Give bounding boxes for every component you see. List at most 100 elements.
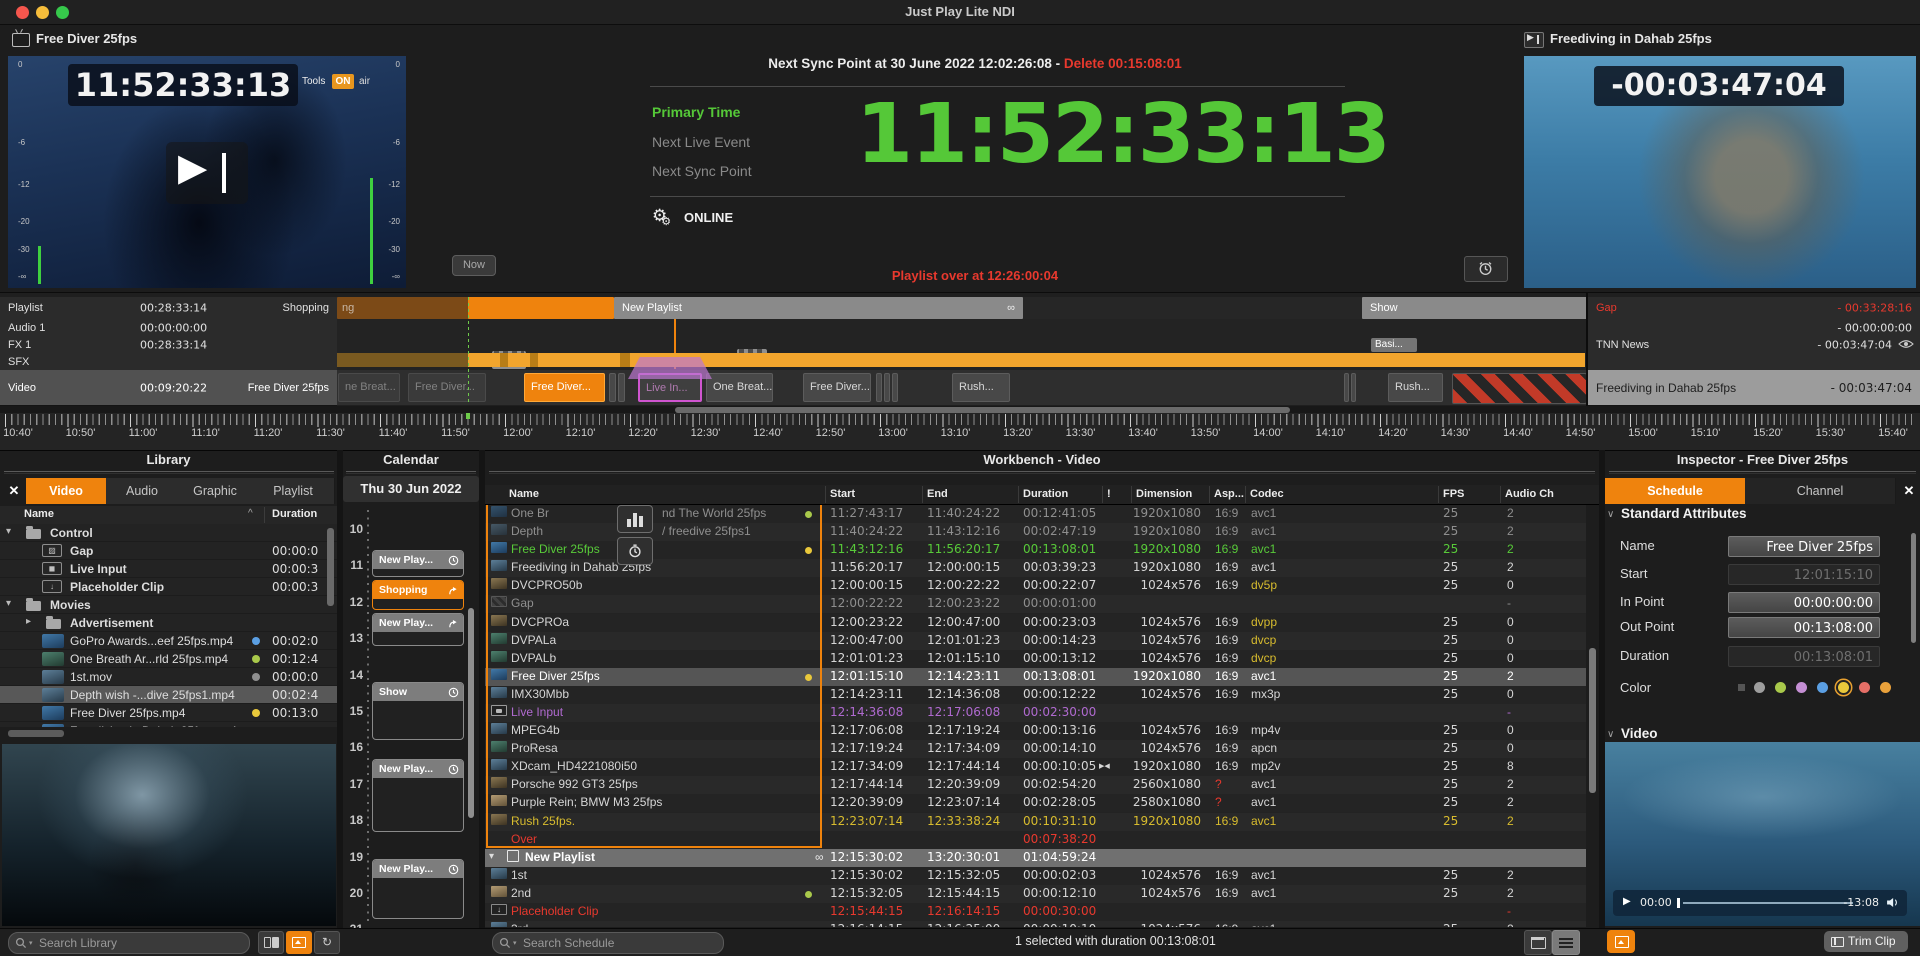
chevron-down-icon[interactable]: ∨ — [1607, 509, 1614, 520]
library-row[interactable]: ◼Live Input00:00:3 — [0, 560, 337, 578]
video-clip-sliver[interactable] — [876, 373, 882, 402]
workbench-row[interactable]: DVPALb12:01:01:2312:01:15:1000:00:13:121… — [485, 650, 1586, 668]
time-ruler[interactable]: 10:40'10:50'11:00'11:10'11:20'11:30'11:4… — [0, 413, 1920, 451]
calendar-event-new-play-[interactable]: New Play... — [372, 859, 464, 919]
workbench-col-[interactable]: ! — [1107, 488, 1111, 500]
library-row[interactable]: 1st.mov00:00:0 — [0, 668, 337, 686]
timer-button[interactable] — [1464, 256, 1508, 282]
detail-view-button[interactable] — [1524, 930, 1552, 955]
video-clip-missing-media[interactable] — [1452, 373, 1587, 404]
workbench-row[interactable]: 1st12:15:30:0212:15:32:0500:00:02:031024… — [485, 867, 1586, 885]
playlist-block-onair[interactable] — [468, 297, 614, 319]
video-clip[interactable]: One Breat... — [706, 373, 773, 402]
library-row[interactable]: ▸Advertisement — [0, 614, 337, 632]
workbench-row[interactable]: ▾New Playlist∞12:15:30:0213:20:30:0101:0… — [485, 849, 1586, 867]
calendar-event-show[interactable]: Show — [372, 682, 464, 740]
playlist-block-new-playlist[interactable]: New Playlist ∞ — [614, 297, 1023, 319]
workbench-row[interactable]: MPEG4b12:17:06:0812:17:19:2400:00:13:161… — [485, 722, 1586, 740]
workbench-col-dimension[interactable]: Dimension — [1136, 488, 1192, 500]
library-close-button[interactable]: ✕ — [4, 478, 24, 504]
workbench-col-duration[interactable]: Duration — [1023, 488, 1068, 500]
library-row[interactable]: ↓Placeholder Clip00:00:3 — [0, 578, 337, 596]
chevron-icon[interactable]: ▾ — [6, 526, 11, 537]
color-swatch[interactable] — [1775, 682, 1786, 693]
eye-icon[interactable] — [1898, 339, 1914, 349]
primary-time-tab[interactable]: Primary Time — [652, 104, 740, 120]
library-tab-playlist[interactable]: Playlist — [252, 478, 335, 504]
workbench-row[interactable]: Gap12:00:22:2212:00:23:2200:00:01:00- — [485, 595, 1586, 613]
workbench-row[interactable]: Porsche 992 GT3 25fps12:17:44:1412:20:39… — [485, 776, 1586, 794]
library-row[interactable]: GoPro Awards...eef 25fps.mp400:02:0 — [0, 632, 337, 650]
play-button[interactable]: ▶ — [1623, 896, 1631, 907]
video-clip[interactable]: ne Breat... — [338, 373, 400, 402]
inspector-tab-channel[interactable]: Channel — [1745, 478, 1896, 504]
color-swatch[interactable] — [1817, 682, 1828, 693]
fx-block-basic[interactable]: Basi... — [1371, 338, 1417, 352]
player-progress-track[interactable] — [1683, 902, 1853, 904]
color-swatch[interactable] — [1859, 682, 1870, 693]
next-sync-point-tab[interactable]: Next Sync Point — [652, 163, 752, 179]
workbench-row[interactable]: ProResa12:17:19:2412:17:34:0900:00:14:10… — [485, 740, 1586, 758]
library-row[interactable]: ▨Gap00:00:0 — [0, 542, 337, 560]
library-search-input[interactable]: ▾ Search Library — [8, 932, 250, 954]
video-clip[interactable]: Free Diver... — [803, 373, 871, 402]
trim-clip-button[interactable]: Trim Clip — [1824, 931, 1908, 952]
video-clip-sliver[interactable] — [618, 373, 625, 402]
workbench-row[interactable]: Live Input12:14:36:0812:17:06:0800:02:30… — [485, 704, 1586, 722]
workbench-col-asp[interactable]: Asp... — [1214, 488, 1244, 500]
chart-tool-button[interactable] — [617, 505, 653, 533]
video-clip-sliver[interactable] — [609, 373, 616, 402]
workbench-row[interactable]: Free Diver 25fps12:01:15:1012:14:23:1100… — [485, 668, 1586, 686]
workbench-col-end[interactable]: End — [927, 488, 948, 500]
inspector-field-out-point[interactable]: 00:13:08:00 — [1728, 617, 1880, 638]
panel-divider[interactable] — [337, 450, 343, 928]
calendar-vscroll-thumb[interactable] — [468, 608, 474, 818]
video-clip-sliver[interactable] — [892, 373, 898, 402]
video-clip-sliver[interactable] — [884, 373, 890, 402]
color-swatch[interactable] — [1796, 682, 1807, 693]
player-scrub-handle[interactable] — [1677, 898, 1680, 908]
play-pause-overlay[interactable]: ▶ — [166, 142, 248, 204]
video-clip[interactable]: Free Diver... — [524, 373, 605, 402]
preview-video-next[interactable]: -00:03:47:04 — [1524, 56, 1916, 288]
calendar-event-new-play-[interactable]: New Play... — [372, 613, 464, 646]
tools-on-toggle[interactable]: ON — [332, 74, 354, 89]
workbench-row[interactable]: DVCPROa12:00:23:2212:00:47:0000:00:23:03… — [485, 614, 1586, 632]
inspector-media-button[interactable] — [1607, 930, 1635, 953]
color-swatch[interactable] — [1838, 682, 1849, 693]
workbench-row[interactable]: Rush 25fps.12:23:07:1412:33:38:2400:10:3… — [485, 813, 1586, 831]
calendar-event-shopping[interactable]: Shopping — [372, 580, 464, 610]
list-view-button[interactable] — [1552, 930, 1580, 955]
video-clip-sliver[interactable] — [1351, 373, 1356, 402]
workbench-col-start[interactable]: Start — [830, 488, 855, 500]
inspector-close-button[interactable]: ✕ — [1898, 478, 1920, 504]
library-col-duration[interactable]: Duration — [272, 508, 317, 520]
program-video-preview[interactable]: 11:52:33:13 Tools ON air 0-6-12-20-30-∞ … — [8, 56, 406, 288]
video-clip[interactable]: Free Diver... — [408, 373, 486, 402]
inspector-vscroll-thumb[interactable] — [1911, 533, 1916, 643]
workbench-row[interactable]: DVCPRO50b12:00:00:1512:00:22:2200:00:22:… — [485, 577, 1586, 595]
playhead-line[interactable] — [468, 297, 469, 405]
workbench-row[interactable]: DVPALa12:00:47:0012:01:01:2300:00:14:231… — [485, 632, 1586, 650]
timer-tool-button[interactable] — [617, 537, 653, 565]
calendar-day-header[interactable]: Thu 30 Jun 2022 — [343, 476, 479, 502]
chevron-down-icon[interactable]: ∨ — [1607, 729, 1614, 740]
chevron-icon[interactable]: ▸ — [26, 616, 31, 627]
workbench-row[interactable]: 3rd12:16:14:1512:16:25:0000:00:10:101024… — [485, 921, 1586, 927]
playlist-block-show[interactable]: Show — [1362, 297, 1593, 319]
playlist-block-shopping[interactable]: ng — [337, 297, 473, 319]
library-row[interactable]: Depth wish -...dive 25fps1.mp400:02:4 — [0, 686, 337, 704]
thumbnail-view-button[interactable] — [286, 931, 312, 954]
workbench-column-header[interactable]: NameStartEndDuration!DimensionAsp...Code… — [485, 485, 1599, 505]
chevron-icon[interactable]: ▾ — [489, 851, 494, 862]
video-clip[interactable]: Rush... — [1388, 373, 1443, 402]
timeline-track-fx1[interactable]: FX 1 00:28:33:14 — [0, 336, 337, 354]
workbench-row[interactable]: IMX30Mbb12:14:23:1112:14:36:0800:00:12:2… — [485, 686, 1586, 704]
library-row[interactable]: Freediving in Dahab 25fps.mp4 — [0, 722, 337, 727]
workbench-col-audioch[interactable]: Audio Ch — [1505, 488, 1554, 500]
timeline-track-sfx[interactable]: SFX — [0, 353, 337, 371]
color-swatch[interactable] — [1754, 682, 1765, 693]
schedule-search-input[interactable]: ▾ Search Schedule — [492, 932, 724, 954]
workbench-row[interactable]: 2nd12:15:32:0512:15:44:1500:00:12:101024… — [485, 885, 1586, 903]
library-tab-graphic[interactable]: Graphic — [178, 478, 253, 504]
